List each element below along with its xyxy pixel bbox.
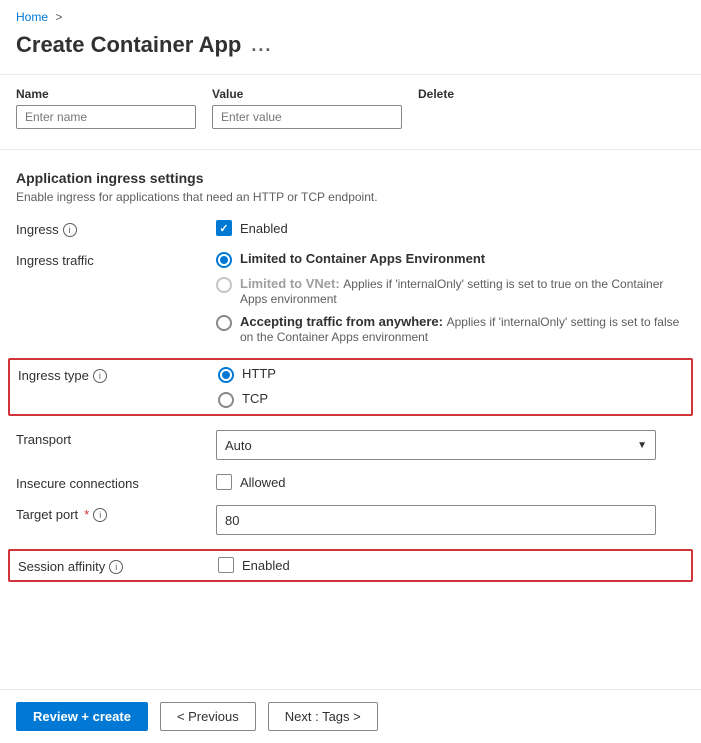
insecure-label: Insecure connections [16,474,216,491]
insecure-connections-row: Insecure connections Allowed [16,474,685,491]
transport-arrow-icon: ▼ [637,440,647,451]
ingress-type-label: Ingress type i [18,366,218,383]
ingress-type-info-icon[interactable]: i [93,369,107,383]
title-divider [0,74,701,75]
name-header: Name [16,87,196,101]
ingress-section-title: Application ingress settings [16,170,685,186]
target-port-control [216,505,685,535]
session-affinity-row: Session affinity i Enabled [8,549,693,582]
ingress-type-row: Ingress type i HTTP TCP [8,358,693,416]
nv-header: Name Value Delete [16,87,685,101]
transport-control: Auto ▼ [216,430,685,460]
breadcrumb-separator: > [55,10,62,24]
page-title: Create Container App [16,32,241,58]
ingress-control: Enabled [216,220,685,236]
target-port-row: Target port * i [16,505,685,535]
insecure-checkbox[interactable]: Allowed [216,474,685,490]
traffic-option-anywhere[interactable]: Accepting traffic from anywhere: Applies… [216,314,685,344]
page-title-container: Create Container App ... [0,28,701,74]
target-port-input[interactable] [216,505,656,535]
ingress-traffic-control: Limited to Container Apps Environment Li… [216,251,685,344]
ingress-type-http-label: HTTP [242,366,276,381]
traffic-option-1-text: Limited to Container Apps Environment [240,251,685,266]
transport-label: Transport [16,430,216,447]
previous-button[interactable]: < Previous [160,702,256,731]
section-divider [0,149,701,150]
required-star: * [84,507,89,522]
ingress-row: Ingress i Enabled [16,220,685,237]
target-port-info-icon[interactable]: i [93,508,107,522]
next-button[interactable]: Next : Tags > [268,702,378,731]
ingress-enabled-label: Enabled [240,221,288,236]
ellipsis-button[interactable]: ... [251,35,272,56]
session-affinity-checkbox-box [218,557,234,573]
ingress-traffic-row: Ingress traffic Limited to Container App… [16,251,685,344]
traffic-radio-1 [216,252,232,268]
insecure-checkbox-box [216,474,232,490]
session-affinity-checkbox[interactable]: Enabled [218,557,683,573]
breadcrumb: Home > [0,0,701,28]
ingress-section: Application ingress settings Enable ingr… [0,158,701,608]
traffic-option-3-text: Accepting traffic from anywhere: Applies… [240,314,685,344]
ingress-label: Ingress i [16,220,216,237]
transport-select[interactable]: Auto ▼ [216,430,656,460]
traffic-radio-group: Limited to Container Apps Environment Li… [216,251,685,344]
traffic-option-2-text: Limited to VNet: Applies if 'internalOnl… [240,276,685,306]
target-port-label: Target port * i [16,505,216,522]
ingress-type-http[interactable]: HTTP [218,366,683,383]
ingress-type-radio-http [218,367,234,383]
traffic-radio-3 [216,315,232,331]
ingress-section-desc: Enable ingress for applications that nee… [16,190,685,204]
ingress-type-tcp[interactable]: TCP [218,391,683,408]
ingress-type-radio-tcp [218,392,234,408]
ingress-type-control: HTTP TCP [218,366,683,408]
ingress-checkbox-box [216,220,232,236]
session-affinity-label: Session affinity i [18,557,218,574]
traffic-radio-2 [216,277,232,293]
transport-value: Auto [225,438,252,453]
ingress-traffic-label: Ingress traffic [16,251,216,268]
traffic-option-limited-container[interactable]: Limited to Container Apps Environment [216,251,685,268]
ingress-type-tcp-label: TCP [242,391,268,406]
insecure-allowed-label: Allowed [240,475,286,490]
breadcrumb-home[interactable]: Home [16,10,48,24]
insecure-control: Allowed [216,474,685,490]
session-affinity-control: Enabled [218,557,683,573]
name-value-section: Name Value Delete [0,87,701,141]
ingress-type-radio-group: HTTP TCP [218,366,683,408]
session-affinity-info-icon[interactable]: i [109,560,123,574]
session-affinity-enabled-label: Enabled [242,558,290,573]
name-input[interactable] [16,105,196,129]
delete-header: Delete [418,87,498,101]
nv-row [16,105,685,129]
value-input[interactable] [212,105,402,129]
value-header: Value [212,87,402,101]
ingress-enabled-checkbox[interactable]: Enabled [216,220,685,236]
transport-row: Transport Auto ▼ [16,430,685,460]
traffic-option-limited-vnet[interactable]: Limited to VNet: Applies if 'internalOnl… [216,276,685,306]
bottom-bar: Review + create < Previous Next : Tags > [0,689,701,743]
ingress-info-icon[interactable]: i [63,223,77,237]
review-create-button[interactable]: Review + create [16,702,148,731]
